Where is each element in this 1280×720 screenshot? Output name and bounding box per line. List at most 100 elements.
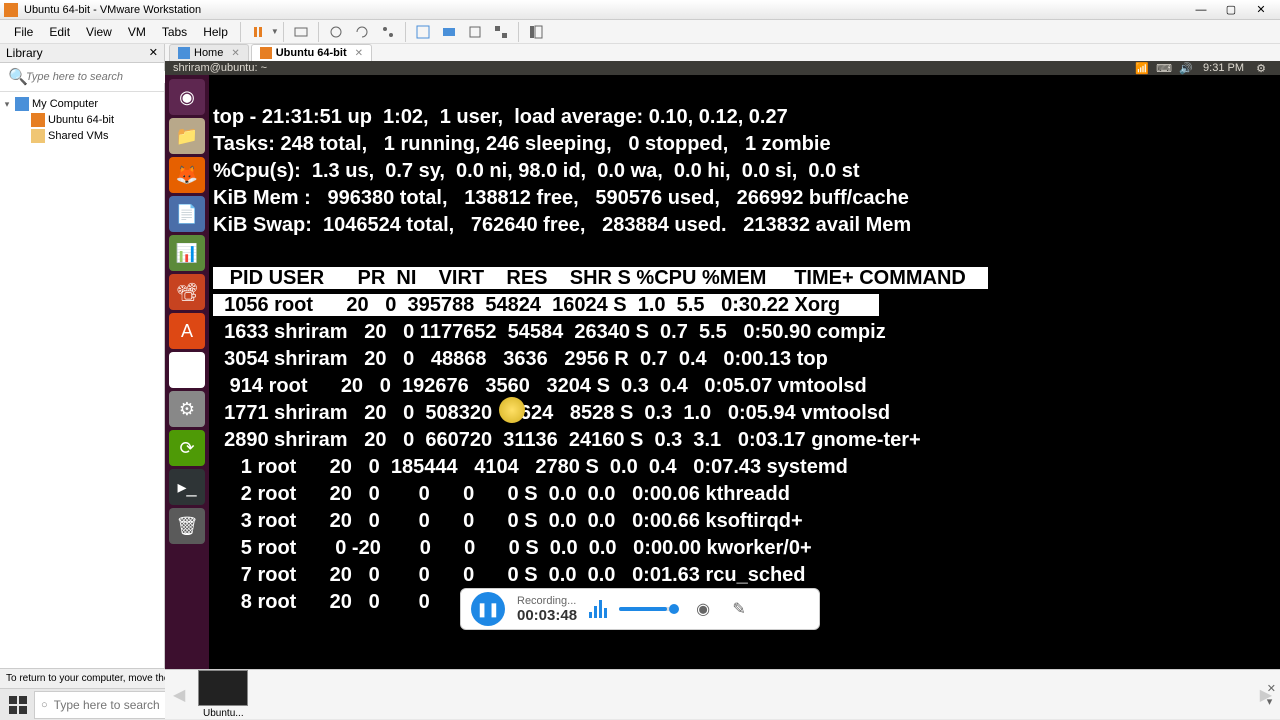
library-tree: ▾ My Computer Ubuntu 64-bit Shared VMs [0,92,164,148]
recording-time: 00:03:48 [517,607,577,624]
menu-view[interactable]: View [78,23,120,41]
software-icon[interactable]: A [169,313,205,349]
cortana-icon: ○ [41,699,48,711]
library-title: Library [6,46,43,60]
gnome-clock[interactable]: 9:31 PM [1203,62,1244,74]
thumbnail-image [198,670,248,706]
tree-shared-vms[interactable]: Shared VMs [2,128,162,144]
volume-slider[interactable] [619,607,679,611]
thumbnail-bar: ◀ Ubuntu... ▶ ✕▾ [165,669,1280,719]
recording-bar[interactable]: ❚❚ Recording... 00:03:48 ◉ ✎ [460,588,820,630]
menu-tabs[interactable]: Tabs [154,23,195,41]
fullscreen-button[interactable] [412,21,434,43]
library-header: Library ✕ [0,44,164,63]
window-title: Ubuntu 64-bit - VMware Workstation [24,4,1186,16]
folder-icon [31,129,45,143]
settings-icon[interactable]: ⚙ [169,391,205,427]
tree-my-computer[interactable]: ▾ My Computer [2,96,162,112]
audio-levels [589,600,607,618]
console-button[interactable] [464,21,486,43]
unity-launcher: ◉ 📁 🦊 📄 📊 📽 A a ⚙ ⟳ ▸_ 🗑 [165,75,209,669]
tab-close-icon[interactable]: ✕ [355,48,363,59]
process-row: 7 root 20 0 0 0 0 S 0.0 0.0 0:01.63 rcu_… [213,564,817,586]
top-tasks-line: Tasks: 248 total, 1 running, 246 sleepin… [213,133,831,155]
menu-edit[interactable]: Edit [41,23,78,41]
library-panel: Library ✕ 🔍 ▼ ▾ My Computer Ubuntu 64-bi… [0,44,165,668]
tab-home[interactable]: Home ✕ [169,44,249,61]
top-mem-line: KiB Mem : 996380 total, 138812 free, 590… [213,187,909,209]
home-icon [178,47,190,59]
library-close-button[interactable]: ✕ [149,46,158,60]
impress-icon[interactable]: 📽 [169,274,205,310]
power-button[interactable] [247,21,269,43]
monitor-icon [15,97,29,111]
app-icon [4,3,18,17]
process-row: 1 root 20 0 185444 4104 2780 S 0.0 0.4 0… [213,456,870,478]
terminal-output[interactable]: top - 21:31:51 up 1:02, 1 user, load ave… [209,75,1280,669]
tab-ubuntu[interactable]: Ubuntu 64-bit ✕ [251,44,372,61]
vm-thumbnail[interactable]: Ubuntu... [193,670,253,719]
gnome-top-bar: shriram@ubuntu: ~ 📶 ⌨ 🔊 9:31 PM ⚙ [165,61,1280,75]
start-button[interactable] [2,691,34,719]
annotate-button[interactable]: ✎ [727,597,751,621]
writer-icon[interactable]: 📄 [169,196,205,232]
tree-vm-ubuntu[interactable]: Ubuntu 64-bit [2,112,162,128]
power-dropdown[interactable]: ▼ [271,27,279,36]
firefox-icon[interactable]: 🦊 [169,157,205,193]
files-icon[interactable]: 📁 [169,118,205,154]
process-row: 1056 root 20 0 395788 54824 16024 S 1.0 … [213,294,879,316]
library-toggle-button[interactable] [525,21,547,43]
process-row: 1771 shriram 20 0 508320 9624 8528 S 0.3… [213,402,907,424]
menu-file[interactable]: File [6,23,41,41]
process-row: 1633 shriram 20 0 1177652 54584 26340 S … [213,321,913,343]
vm-view: Home ✕ Ubuntu 64-bit ✕ shriram@ubuntu: ~… [165,44,1280,668]
library-search[interactable]: 🔍 ▼ [0,63,164,92]
dash-icon[interactable]: ◉ [169,79,205,115]
process-row: 914 root 20 0 192676 3560 3204 S 0.3 0.4… [213,375,883,397]
calc-icon[interactable]: 📊 [169,235,205,271]
thumb-prev-button[interactable]: ◀ [173,685,185,705]
tab-strip: Home ✕ Ubuntu 64-bit ✕ [165,44,1280,61]
process-row: 2 root 20 0 0 0 0 S 0.0 0.0 0:00.06 kthr… [213,483,807,505]
recording-label: Recording... [517,595,577,607]
stretch-button[interactable] [490,21,512,43]
menu-vm[interactable]: VM [120,23,154,41]
top-cpu-line: %Cpu(s): 1.3 us, 0.7 sy, 0.0 ni, 98.0 id… [213,160,860,182]
process-row: 2890 shriram 20 0 660720 31136 24160 S 0… [213,429,926,451]
unity-button[interactable] [438,21,460,43]
volume-icon[interactable]: 🔊 [1179,61,1193,75]
snapshot-revert-button[interactable] [351,21,373,43]
library-search-input[interactable] [26,71,169,83]
snapshot-manage-button[interactable] [377,21,399,43]
process-row: 3 root 20 0 0 0 0 S 0.0 0.0 0:00.66 ksof… [213,510,808,532]
amazon-icon[interactable]: a [169,352,205,388]
top-column-header: PID USER PR NI VIRT RES SHR S %CPU %MEM … [213,267,988,289]
update-icon[interactable]: ⟳ [169,430,205,466]
top-swap-line: KiB Swap: 1046524 total, 762640 free, 28… [213,214,917,236]
terminal-icon[interactable]: ▸_ [169,469,205,505]
pause-button[interactable]: ❚❚ [471,592,505,626]
snapshot-take-button[interactable] [325,21,347,43]
snapshot-button[interactable] [290,21,312,43]
gnome-window-title: shriram@ubuntu: ~ [173,62,1131,74]
minimize-button[interactable]: — [1186,1,1216,19]
gear-icon[interactable]: ⚙ [1254,61,1268,75]
menu-help[interactable]: Help [195,23,236,41]
process-row: 3054 shriram 20 0 48868 3636 2956 R 0.7 … [213,348,872,370]
trash-icon[interactable]: 🗑 [169,508,205,544]
window-titlebar: Ubuntu 64-bit - VMware Workstation — ▢ ✕ [0,0,1280,20]
vm-icon [31,113,45,127]
wifi-icon[interactable]: 📶 [1135,61,1149,75]
close-button[interactable]: ✕ [1246,1,1276,19]
twisty-icon[interactable]: ▾ [2,99,12,110]
top-summary-line: top - 21:31:51 up 1:02, 1 user, load ave… [213,106,788,128]
menubar: File Edit View VM Tabs Help ▼ [0,20,1280,44]
process-row: 5 root 0 -20 0 0 0 S 0.0 0.0 0:00.00 kwo… [213,537,817,559]
keyboard-icon[interactable]: ⌨ [1157,61,1171,75]
ubuntu-icon [260,47,272,59]
tab-close-icon[interactable]: ✕ [231,48,239,59]
maximize-button[interactable]: ▢ [1216,1,1246,19]
webcam-button[interactable]: ◉ [691,597,715,621]
search-icon: 🔍 [8,67,22,87]
thumbnail-close-button[interactable]: ✕▾ [1267,682,1276,708]
